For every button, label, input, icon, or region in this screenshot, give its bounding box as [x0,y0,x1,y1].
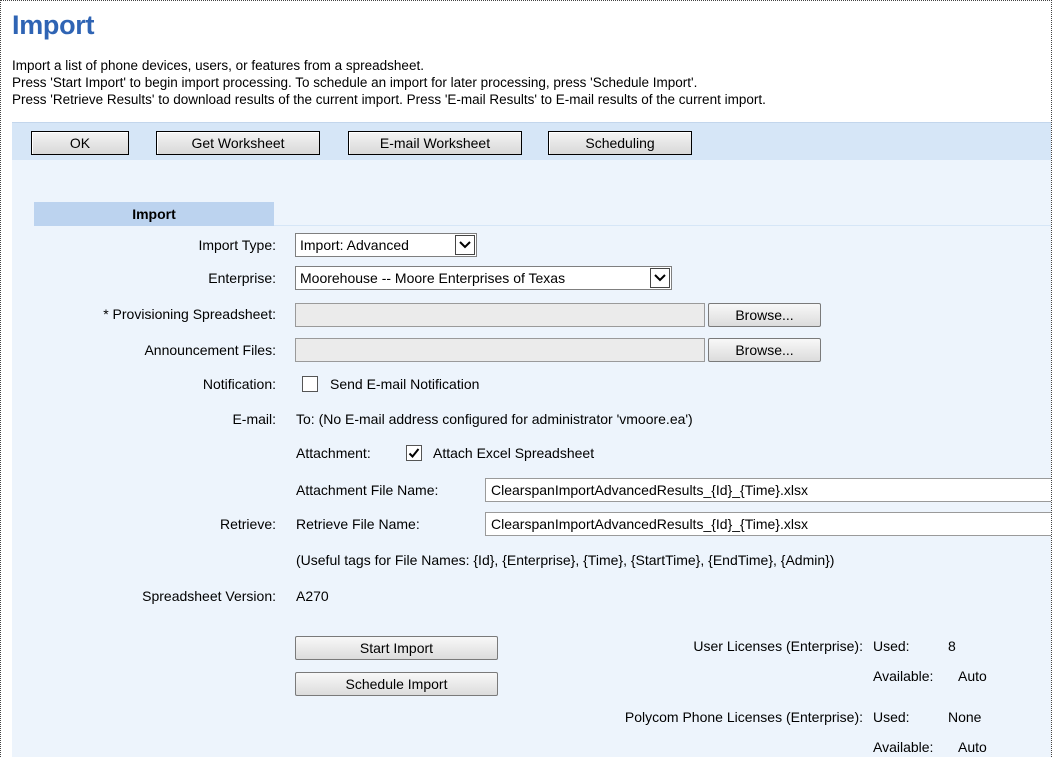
user-licenses-used-label: Used: [873,638,910,654]
send-email-notification-label: Send E-mail Notification [330,376,480,392]
polycom-licenses-available-label: Available: [873,739,934,755]
toolbar: OK Get Worksheet E-mail Worksheet Schedu… [12,122,1051,161]
section-title: Import [34,202,274,226]
spreadsheet-version-label: Spreadsheet Version: [142,588,276,604]
instruction-line-3: Press 'Retrieve Results' to download res… [12,92,766,107]
checkmark-icon [408,448,420,458]
import-type-select[interactable]: Import: Advanced [295,233,477,257]
start-import-button[interactable]: Start Import [295,636,498,660]
user-licenses-available-value: Auto [958,668,987,684]
get-worksheet-button[interactable]: Get Worksheet [156,131,320,155]
email-to-text: To: (No E-mail address configured for ad… [296,411,693,427]
enterprise-value: Moorehouse -- Moore Enterprises of Texas [300,270,566,286]
attachment-file-name-input[interactable]: ClearspanImportAdvancedResults_{Id}_{Tim… [485,478,1051,502]
user-licenses-available-label: Available: [873,668,934,684]
attach-excel-checkbox[interactable] [406,445,422,461]
attach-excel-label: Attach Excel Spreadsheet [433,445,595,461]
provisioning-spreadsheet-field[interactable] [295,303,705,327]
provisioning-spreadsheet-label: * Provisioning Spreadsheet: [103,306,276,322]
announcement-browse-button[interactable]: Browse... [708,338,821,362]
enterprise-label: Enterprise: [208,270,276,286]
spreadsheet-version-value: A270 [296,588,329,604]
retrieve-label: Retrieve: [219,516,276,532]
import-page: Import Import a list of phone devices, u… [0,0,1052,757]
attachment-label: Attachment: [296,445,371,461]
page-title: Import [12,10,95,40]
section-divider [274,225,1051,226]
chevron-down-icon [650,268,670,288]
retrieve-file-name-label: Retrieve File Name: [296,516,420,532]
import-panel: Import Import Type: Import: Advanced Ent… [12,160,1051,757]
polycom-licenses-used-label: Used: [873,709,910,725]
chevron-down-icon [455,235,475,255]
polycom-licenses-used-value: None [948,709,982,725]
announcement-files-field[interactable] [295,338,705,362]
polycom-licenses-label: Polycom Phone Licenses (Enterprise): [624,709,863,725]
enterprise-select[interactable]: Moorehouse -- Moore Enterprises of Texas [295,266,672,290]
file-name-tags-hint: (Useful tags for File Names: {Id}, {Ente… [296,552,835,568]
retrieve-file-name-input[interactable]: ClearspanImportAdvancedResults_{Id}_{Tim… [485,512,1051,536]
instruction-line-1: Import a list of phone devices, users, o… [12,58,424,73]
user-licenses-label: User Licenses (Enterprise): [693,638,863,654]
polycom-licenses-available-value: Auto [958,739,987,755]
import-type-label: Import Type: [198,237,276,253]
scheduling-button[interactable]: Scheduling [548,131,692,155]
import-type-value: Import: Advanced [300,237,409,253]
schedule-import-button[interactable]: Schedule Import [295,672,498,696]
announcement-files-label: Announcement Files: [144,342,276,358]
attachment-file-name-label: Attachment File Name: [296,482,439,498]
provisioning-browse-button[interactable]: Browse... [708,303,821,327]
ok-button[interactable]: OK [31,131,129,155]
send-email-notification-checkbox[interactable] [302,376,318,392]
email-label: E-mail: [232,411,276,427]
email-worksheet-button[interactable]: E-mail Worksheet [348,131,522,155]
instruction-line-2: Press 'Start Import' to begin import pro… [12,75,698,90]
user-licenses-used-value: 8 [948,638,956,654]
notification-label: Notification: [202,376,276,392]
